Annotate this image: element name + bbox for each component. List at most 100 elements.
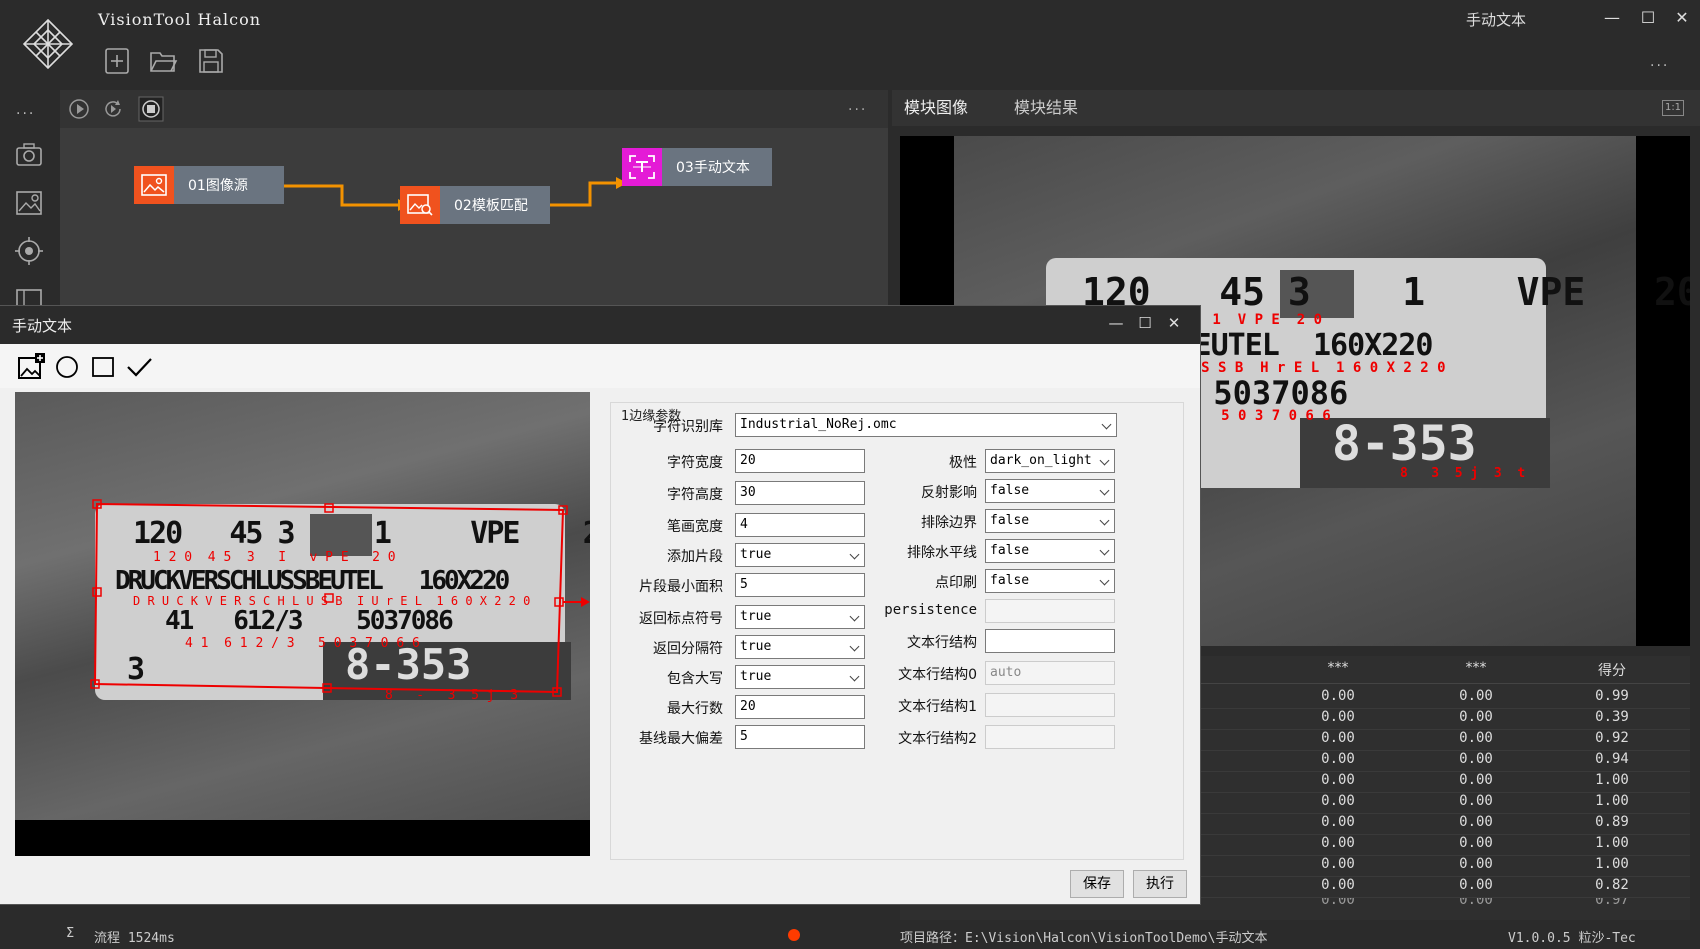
image-settings-icon[interactable] — [14, 188, 44, 218]
minimize-icon[interactable]: — — [1600, 8, 1624, 27]
run-loop-icon[interactable] — [102, 98, 124, 120]
tab-module-result[interactable]: 模块结果 — [1002, 90, 1090, 126]
table-cell: 0.00 — [1459, 835, 1493, 851]
target-icon[interactable] — [14, 236, 44, 266]
param-input: auto — [985, 661, 1115, 685]
flow-node-image-source[interactable]: 01图像源 — [134, 166, 284, 204]
more-menu-icon[interactable]: ... — [1650, 54, 1669, 70]
param-label: 极性 — [949, 455, 977, 471]
param-input[interactable] — [985, 629, 1115, 653]
table-cell: 0.00 — [1459, 772, 1493, 788]
version-label: V1.0.0.5 粒沙-Tec — [1508, 931, 1636, 946]
table-cell: 0.00 — [1321, 856, 1355, 872]
maximize-icon[interactable]: ☐ — [1636, 8, 1660, 27]
param-label: persistence — [884, 602, 977, 618]
zoom-1-1-button[interactable]: 1:1 — [1662, 100, 1684, 116]
param-select[interactable]: Industrial_NoRej.omc — [735, 413, 1117, 437]
table-cell: 0.00 — [1459, 751, 1493, 767]
score-cell: 0.94 — [1595, 751, 1629, 767]
table-cell: 0.00 — [1459, 793, 1493, 809]
param-select[interactable]: true — [735, 665, 865, 689]
app-title: VisionTool Halcon — [98, 10, 262, 29]
param-select[interactable]: false — [985, 479, 1115, 503]
flow-time: 流程 1524ms — [94, 931, 175, 946]
ocr-result-row4: 8 3 5 j 3 t — [1400, 466, 1526, 481]
title-bar: VisionTool Halcon 手动文本 — ☐ ✕ ... — [0, 0, 1700, 88]
score-cell: 1.00 — [1595, 772, 1629, 788]
table-cell: 0.00 — [1459, 709, 1493, 725]
param-label: 文本行结构2 — [898, 731, 977, 747]
score-cell: 0.39 — [1595, 709, 1629, 725]
run-once-icon[interactable] — [68, 98, 90, 120]
param-input[interactable]: 4 — [735, 513, 865, 537]
dialog-title: 手动文本 — [12, 317, 73, 335]
table-cell: 0.00 — [1459, 898, 1493, 908]
param-select[interactable]: false — [985, 509, 1115, 533]
param-input[interactable]: 5 — [735, 725, 865, 749]
new-file-icon[interactable] — [102, 46, 132, 76]
stop-icon[interactable] — [138, 96, 164, 122]
param-input[interactable]: 5 — [735, 573, 865, 597]
table-cell: 0.00 — [1321, 814, 1355, 830]
status-dot — [788, 929, 800, 941]
param-label: 文本行结构1 — [898, 699, 977, 715]
result-tabs: 模块图像 模块结果 1:1 — [892, 90, 1700, 126]
flow-more-icon[interactable]: ... — [848, 98, 867, 114]
flow-node-manual-text[interactable]: 03手动文本 — [622, 148, 772, 186]
param-label: 文本行结构 — [907, 635, 977, 651]
table-cell: 0.00 — [1321, 772, 1355, 788]
param-select[interactable]: false — [985, 539, 1115, 563]
project-path: 项目路径：E:\Vision\Halcon\VisionToolDemo\手动文… — [900, 931, 1268, 946]
table-cell: 0.00 — [1321, 688, 1355, 704]
camera-icon[interactable] — [14, 140, 44, 170]
confirm-check-icon[interactable] — [124, 352, 154, 382]
save-icon[interactable] — [196, 46, 226, 76]
dialog-image-view[interactable]: 120 45 3 1 VPE 20* DRUCKVERSCHLUSSBEUTEL… — [15, 392, 590, 856]
param-input — [985, 693, 1115, 717]
status-bar: Σ 流程 1524ms 项目路径：E:\Vision\Halcon\Vision… — [60, 920, 1700, 949]
param-label: 反射影响 — [921, 485, 977, 501]
param-select[interactable]: dark_on_light — [985, 449, 1115, 473]
col-header-1: *** — [1327, 660, 1349, 676]
param-select[interactable]: true — [735, 635, 865, 659]
table-cell: 0.00 — [1321, 877, 1355, 893]
flow-node-label: 02模板匹配 — [454, 198, 528, 214]
param-label: 字符高度 — [667, 487, 723, 503]
param-label: 返回标点符号 — [639, 611, 723, 627]
add-image-icon[interactable] — [16, 352, 46, 382]
flow-toolbar: ... — [60, 90, 888, 128]
param-select[interactable]: true — [735, 543, 865, 567]
param-label: 字符宽度 — [667, 455, 723, 471]
open-folder-icon[interactable] — [148, 46, 178, 76]
circle-roi-icon[interactable] — [52, 352, 82, 382]
table-cell: 0.00 — [1459, 688, 1493, 704]
manual-text-dialog: 手动文本 — ☐ ✕ 120 45 3 1 VPE 20* DRUCKVERSC… — [0, 306, 1200, 904]
param-select[interactable]: false — [985, 569, 1115, 593]
roi-rectangle[interactable] — [15, 392, 590, 856]
dialog-maximize-icon[interactable]: ☐ — [1133, 314, 1157, 332]
param-input[interactable]: 20 — [735, 695, 865, 719]
param-label: 最大行数 — [667, 701, 723, 717]
dialog-close-icon[interactable]: ✕ — [1162, 314, 1186, 332]
param-input[interactable]: 30 — [735, 481, 865, 505]
table-cell: 0.00 — [1321, 898, 1355, 908]
flow-canvas: 01图像源 02模板匹配 03手动文本 — [60, 128, 888, 318]
table-cell: 0.00 — [1459, 814, 1493, 830]
rectangle-roi-icon[interactable] — [88, 352, 118, 382]
param-select[interactable]: true — [735, 605, 865, 629]
run-button[interactable]: 执行 — [1133, 870, 1187, 898]
col-header-score: 得分 — [1598, 663, 1626, 679]
dialog-minimize-icon[interactable]: — — [1104, 314, 1128, 332]
save-button[interactable]: 保存 — [1070, 870, 1124, 898]
table-cell: 0.00 — [1459, 856, 1493, 872]
table-cell: 0.00 — [1321, 730, 1355, 746]
score-cell: 1.00 — [1595, 835, 1629, 851]
param-label: 文本行结构0 — [898, 667, 977, 683]
tab-module-image[interactable]: 模块图像 — [892, 90, 980, 126]
param-label: 基线最大偏差 — [639, 731, 723, 747]
close-icon[interactable]: ✕ — [1670, 8, 1694, 27]
rail-more-icon[interactable]: ... — [16, 102, 35, 118]
param-input[interactable]: 20 — [735, 449, 865, 473]
param-input — [985, 599, 1115, 623]
flow-node-template-match[interactable]: 02模板匹配 — [400, 186, 550, 224]
